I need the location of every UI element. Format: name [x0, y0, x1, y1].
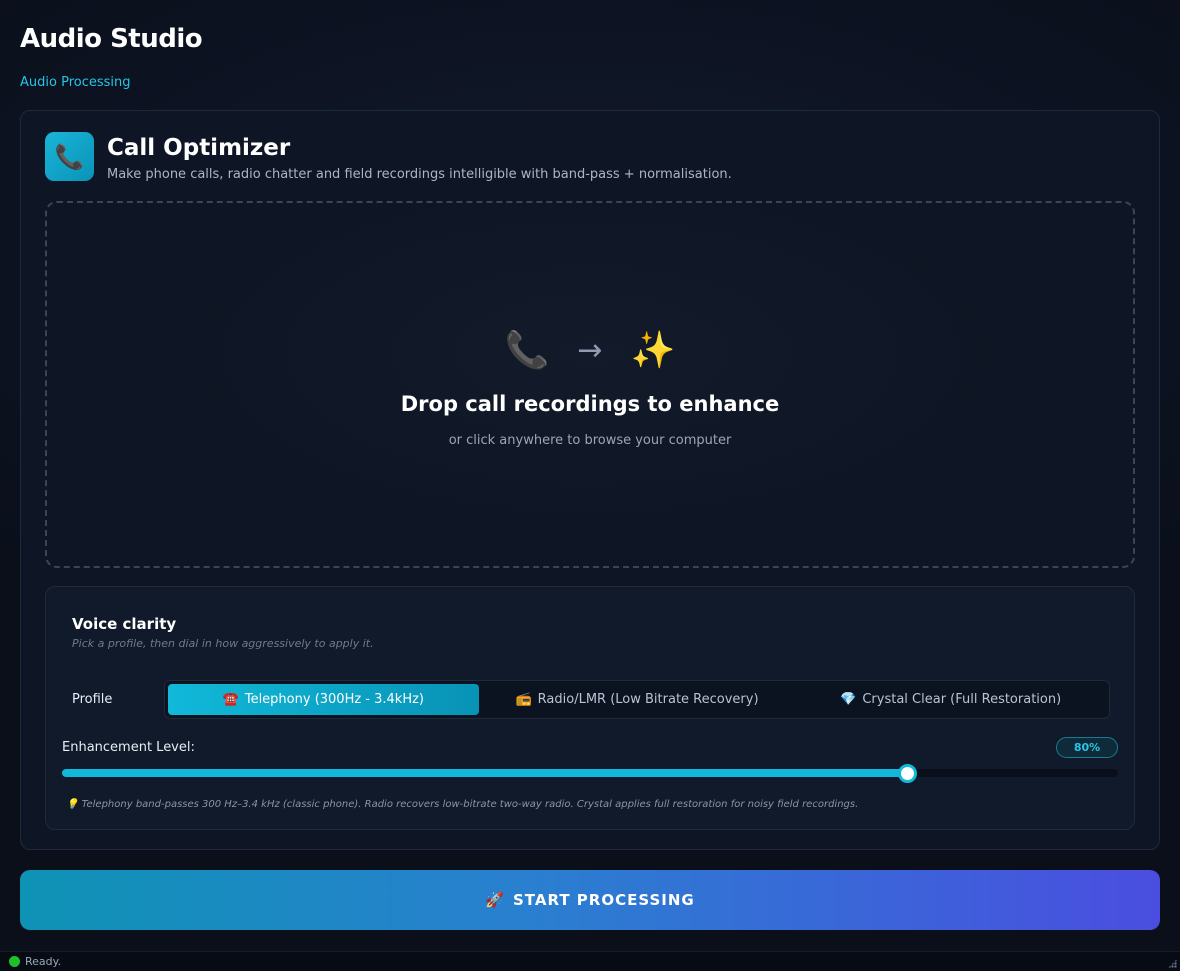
slider-thumb[interactable] [897, 764, 917, 783]
tool-title: Call Optimizer [107, 135, 291, 161]
file-dropzone[interactable]: 📞 → ✨ Drop call recordings to enhance or… [45, 201, 1135, 568]
start-processing-button[interactable]: 🚀 START PROCESSING [20, 870, 1160, 930]
dropzone-icons: 📞 → ✨ [47, 329, 1133, 371]
profile-selector: ☎️ Telephony (300Hz - 3.4kHz) 📻 Radio/LM… [164, 680, 1110, 719]
voice-clarity-settings: Voice clarity Pick a profile, then dial … [45, 586, 1135, 830]
tool-description: Make phone calls, radio chatter and fiel… [107, 167, 732, 182]
enhancement-value-badge: 80% [1056, 737, 1118, 758]
profile-option-label: Radio/LMR (Low Bitrate Recovery) [537, 692, 759, 707]
profile-option-label: Crystal Clear (Full Restoration) [862, 692, 1062, 707]
resize-grip-icon[interactable] [1168, 959, 1177, 968]
gem-icon: 💎 [840, 692, 857, 707]
settings-description: Pick a profile, then dial in how aggress… [72, 637, 374, 650]
arrow-right-icon: → [577, 332, 603, 368]
status-bar: Ready. [0, 951, 1180, 971]
phone-receiver-icon: 📞 [45, 132, 94, 181]
profile-label: Profile [72, 692, 113, 707]
enhancement-label: Enhancement Level: [62, 740, 195, 755]
slider-fill [62, 769, 907, 777]
dropzone-hint: or click anywhere to browse your compute… [448, 433, 732, 448]
status-text: Ready. [25, 955, 62, 968]
sparkles-icon: ✨ [630, 330, 676, 371]
profile-option-telephony[interactable]: ☎️ Telephony (300Hz - 3.4kHz) [168, 684, 479, 715]
phone-receiver-icon: 📞 [504, 330, 550, 371]
profile-option-radio[interactable]: 📻 Radio/LMR (Low Bitrate Recovery) [482, 684, 793, 715]
app-title: Audio Studio [20, 24, 203, 54]
dropzone-title: Drop call recordings to enhance [400, 392, 780, 416]
rocket-icon: 🚀 [485, 891, 505, 909]
enhancement-slider[interactable] [62, 764, 1118, 783]
call-optimizer-panel: 📞 Call Optimizer Make phone calls, radio… [20, 110, 1160, 850]
profile-option-crystal[interactable]: 💎 Crystal Clear (Full Restoration) [795, 684, 1106, 715]
status-indicator-icon [9, 956, 20, 967]
app-subtitle: Audio Processing [20, 75, 131, 90]
radio-icon: 📻 [515, 692, 532, 707]
start-processing-label: START PROCESSING [512, 891, 695, 909]
settings-title: Voice clarity [72, 615, 177, 633]
telephone-icon: ☎️ [222, 692, 239, 707]
settings-tip: 💡 Telephony band-passes 300 Hz–3.4 kHz (… [66, 799, 859, 810]
profile-option-label: Telephony (300Hz - 3.4kHz) [244, 692, 425, 707]
